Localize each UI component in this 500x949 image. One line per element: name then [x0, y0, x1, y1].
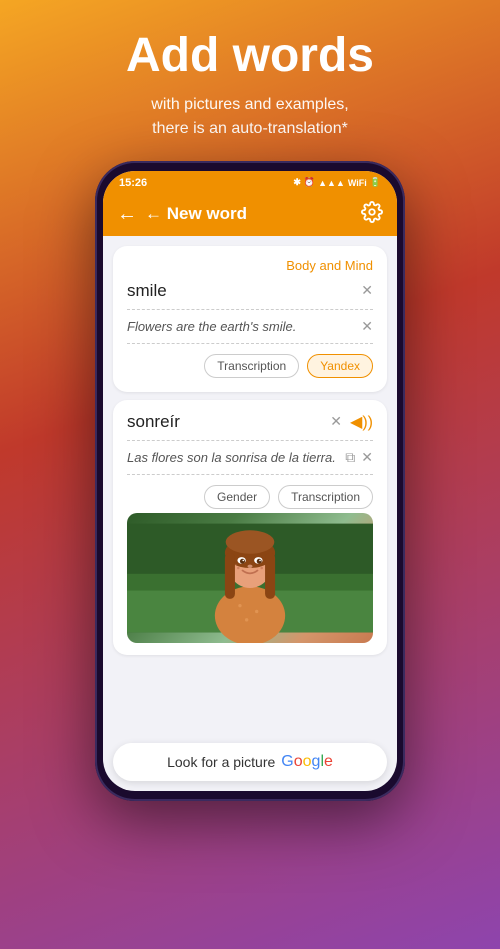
signal-icon: ▲▲▲ — [318, 178, 345, 188]
back-button[interactable]: ← ← New word — [117, 203, 247, 226]
gear-icon — [361, 201, 383, 223]
gender-button[interactable]: Gender — [204, 485, 270, 509]
translation-card: sonreír ✕ ◀)) Las flores son la sonrisa … — [113, 400, 387, 655]
copy-icon[interactable]: ⧉ — [345, 449, 355, 466]
promo-header: Add words with pictures and examples,the… — [106, 0, 394, 161]
promo-title: Add words — [126, 30, 374, 83]
category-label[interactable]: Body and Mind — [127, 258, 373, 273]
search-label: Look for a picture — [167, 754, 275, 770]
translation-actions: ✕ ◀)) — [330, 412, 373, 432]
word-image[interactable] — [127, 513, 373, 643]
translation-example-field: Las flores son la sonrisa de la tierra. … — [127, 449, 373, 475]
word-buttons-row: Transcription Yandex — [127, 354, 373, 378]
nav-title: ← New word — [145, 204, 247, 224]
phone-frame: 15:26 ✱ ⏰ ▲▲▲ WiFi 🔋 ← ← New word — [95, 161, 405, 801]
content-area: Body and Mind smile ✕ Flowers are the ea… — [103, 236, 397, 735]
translation-example-input[interactable]: Las flores son la sonrisa de la tierra. — [127, 450, 336, 465]
translation-transcription-button[interactable]: Transcription — [278, 485, 373, 509]
transcription-button[interactable]: Transcription — [204, 354, 299, 378]
google-logo: Google — [281, 753, 333, 771]
translation-buttons-row: Gender Transcription — [127, 485, 373, 509]
nav-bar: ← ← New word — [103, 193, 397, 236]
phone-screen: 15:26 ✱ ⏰ ▲▲▲ WiFi 🔋 ← ← New word — [103, 171, 397, 791]
battery-icon: 🔋 — [370, 177, 381, 188]
example-field: Flowers are the earth's smile. ✕ — [127, 318, 373, 344]
status-icons: ✱ ⏰ ▲▲▲ WiFi 🔋 — [293, 177, 381, 188]
translation-clear-icon[interactable]: ✕ — [330, 413, 342, 430]
alarm-icon: ⏰ — [304, 177, 315, 188]
wifi-icon: WiFi — [348, 178, 367, 188]
bluetooth-icon: ✱ — [293, 177, 301, 188]
speaker-icon[interactable]: ◀)) — [350, 412, 373, 432]
translation-example-actions: ⧉ ✕ — [345, 449, 373, 466]
example-input[interactable]: Flowers are the earth's smile. — [127, 319, 296, 334]
word-field: smile ✕ — [127, 281, 373, 310]
word-input[interactable]: smile — [127, 281, 167, 301]
image-svg — [127, 513, 373, 643]
settings-button[interactable] — [361, 201, 383, 228]
word-card: Body and Mind smile ✕ Flowers are the ea… — [113, 246, 387, 392]
google-search-bar[interactable]: Look for a picture Google — [113, 743, 387, 781]
translation-example-clear-icon[interactable]: ✕ — [361, 449, 373, 466]
translation-word-input[interactable]: sonreír — [127, 412, 180, 432]
translation-word-field: sonreír ✕ ◀)) — [127, 412, 373, 441]
yandex-button[interactable]: Yandex — [307, 354, 373, 378]
word-clear-icon[interactable]: ✕ — [361, 282, 373, 299]
phone-wrapper: 15:26 ✱ ⏰ ▲▲▲ WiFi 🔋 ← ← New word — [80, 161, 420, 949]
status-time: 15:26 — [119, 177, 147, 189]
promo-subtitle: with pictures and examples,there is an a… — [126, 93, 374, 141]
status-bar: 15:26 ✱ ⏰ ▲▲▲ WiFi 🔋 — [103, 171, 397, 193]
back-arrow-icon: ← — [117, 203, 137, 226]
example-clear-icon[interactable]: ✕ — [361, 318, 373, 335]
